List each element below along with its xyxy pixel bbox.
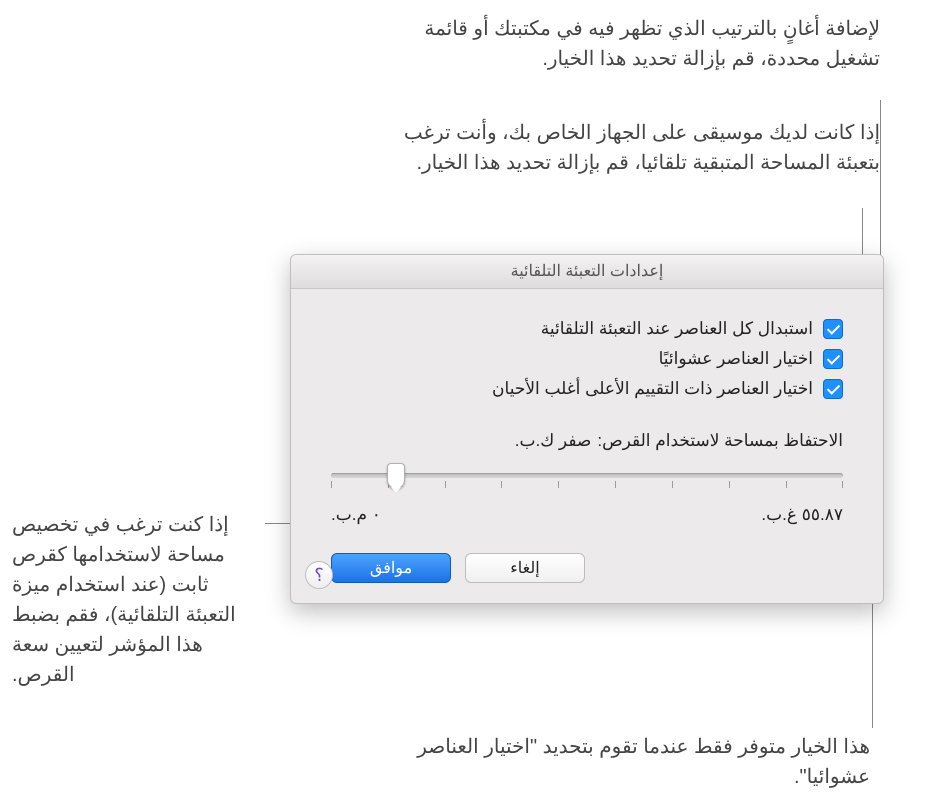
- callout-random-order: لإضافة أغانٍ بالترتيب الذي تظهر فيه في م…: [400, 14, 880, 74]
- checkbox-row-random[interactable]: اختيار العناصر عشوائيًا: [331, 349, 843, 369]
- checkbox-icon[interactable]: [823, 349, 843, 369]
- cancel-button[interactable]: إلغاء: [465, 553, 585, 583]
- reserve-label: الاحتفاظ بمساحة لاستخدام القرص:: [597, 431, 843, 451]
- checkbox-icon[interactable]: [823, 379, 843, 399]
- callout-replace-items: إذا كانت لديك موسيقى على الجهاز الخاص بك…: [400, 118, 880, 178]
- slider-thumb[interactable]: [387, 463, 405, 489]
- slider-max-label: ٥٥.٨٧ غ.ب.: [761, 505, 843, 525]
- checkbox-icon[interactable]: [823, 319, 843, 339]
- slider-min-label: ٠ م.ب.: [331, 505, 381, 525]
- reserve-value: صفر ك.ب.: [515, 431, 592, 451]
- checkbox-row-replace-all[interactable]: استبدال كل العناصر عند التعبئة التلقائية: [331, 319, 843, 339]
- question-mark-icon: ؟: [314, 565, 324, 586]
- disk-space-slider[interactable]: [331, 465, 843, 497]
- help-button[interactable]: ؟: [305, 561, 333, 589]
- checkbox-row-higher-rated[interactable]: اختيار العناصر ذات التقييم الأعلى أغلب ا…: [331, 379, 843, 399]
- slider-track: [331, 473, 843, 478]
- checkbox-label: اختيار العناصر عشوائيًا: [659, 349, 813, 369]
- autofill-settings-dialog: إعدادات التعبئة التلقائية استبدال كل الع…: [290, 254, 884, 604]
- checkbox-label: اختيار العناصر ذات التقييم الأعلى أغلب ا…: [492, 379, 813, 399]
- reserve-space-label-row: الاحتفاظ بمساحة لاستخدام القرص: صفر ك.ب.: [331, 431, 843, 451]
- ok-button[interactable]: موافق: [331, 553, 451, 583]
- callout-higher-rated: هذا الخيار متوفر فقط عندما تقوم بتحديد "…: [410, 732, 870, 792]
- dialog-title: إعدادات التعبئة التلقائية: [291, 255, 883, 289]
- callout-slider: إذا كنت ترغب في تخصيص مساحة لاستخدامها ك…: [12, 510, 264, 690]
- checkbox-label: استبدال كل العناصر عند التعبئة التلقائية: [541, 319, 813, 339]
